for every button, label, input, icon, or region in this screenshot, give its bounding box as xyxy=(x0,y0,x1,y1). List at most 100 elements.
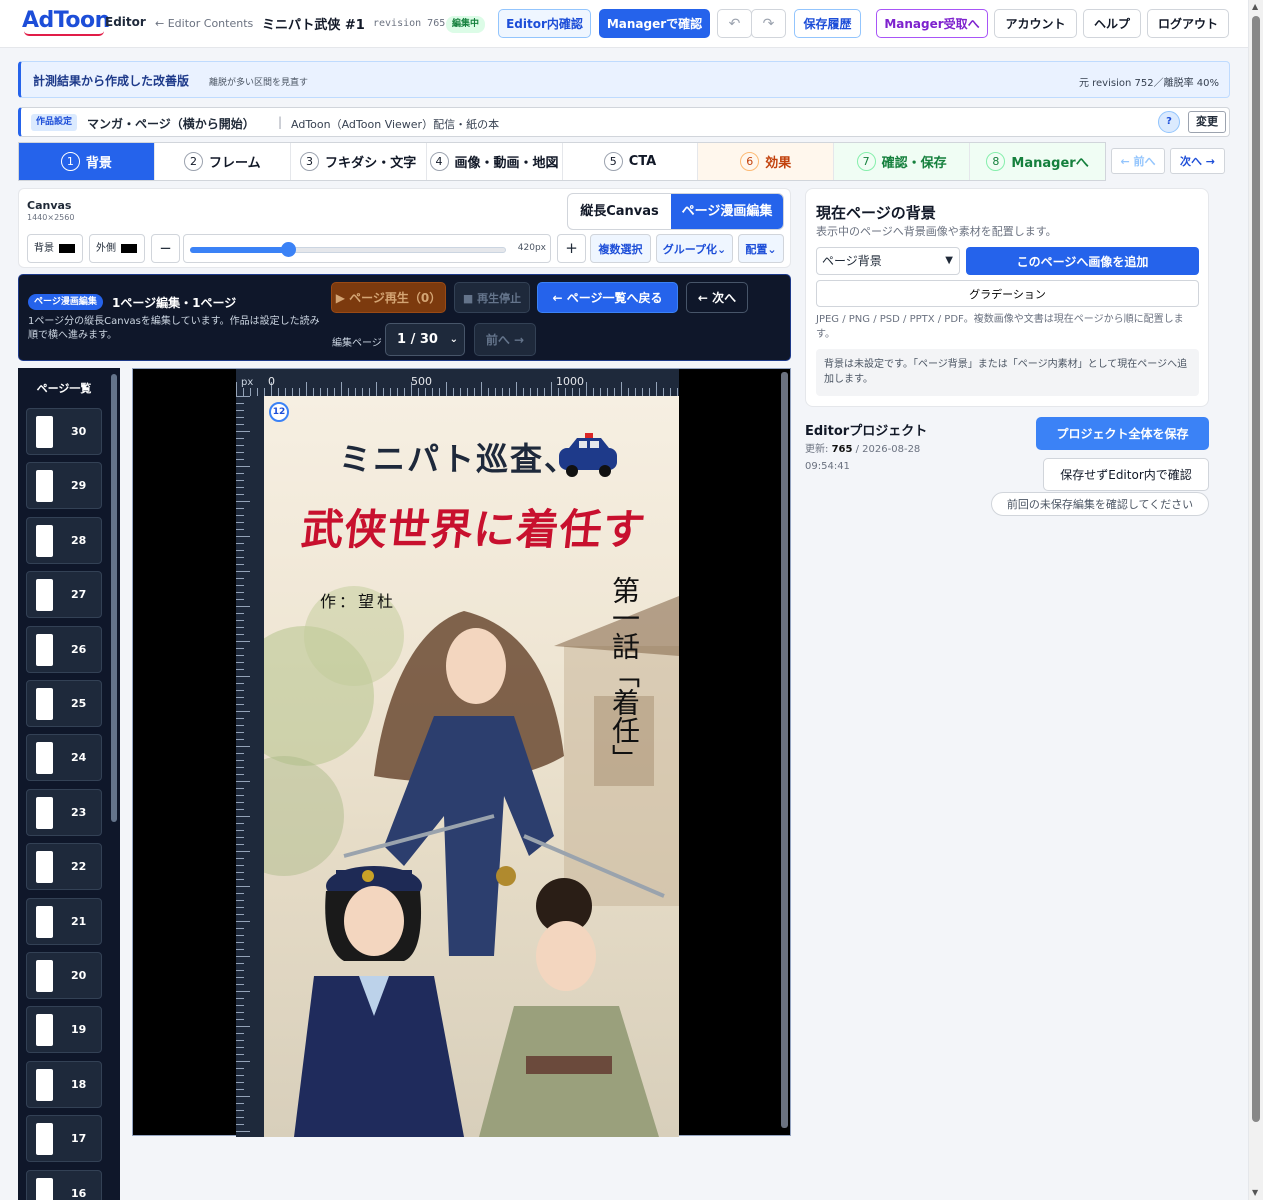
ruler-tick xyxy=(341,382,342,396)
help-button[interactable]: ヘルプ xyxy=(1083,9,1141,38)
page-select[interactable]: 1 / 30 ⌄ xyxy=(385,323,465,356)
account-button[interactable]: アカウント xyxy=(994,9,1077,38)
logout-button[interactable]: ログアウト xyxy=(1147,9,1229,38)
settings-help-button[interactable]: ? xyxy=(1158,111,1180,133)
page-list-item[interactable]: 20 xyxy=(26,952,102,999)
ruler-tick xyxy=(488,388,489,396)
stage-scrollbar[interactable] xyxy=(781,372,788,1128)
page-list-scrollbar[interactable] xyxy=(111,374,117,822)
tab-effects[interactable]: 6 効果 xyxy=(698,143,835,180)
background-unset-note: 背景は未設定です。「ページ背景」または「ページ内素材」として現在ページへ追加しま… xyxy=(816,349,1199,396)
page-list-item[interactable]: 23 xyxy=(26,788,102,836)
page-list-item[interactable]: 27 xyxy=(26,571,102,619)
undo-button[interactable]: ↶ xyxy=(717,9,752,38)
adtoon-logo[interactable]: AdToon xyxy=(22,8,110,36)
page-list-item[interactable]: 22 xyxy=(26,843,102,891)
ruler-tick xyxy=(236,690,244,691)
save-project-button[interactable]: プロジェクト全体を保存 xyxy=(1036,417,1209,450)
tab-media[interactable]: 4 画像・動画・地図 xyxy=(427,143,563,180)
ruler-tick xyxy=(425,388,426,396)
tab-background[interactable]: 1 背景 xyxy=(19,143,155,180)
zoom-in-button[interactable]: + xyxy=(557,234,586,263)
ruler-tick xyxy=(236,592,244,593)
arrange-button[interactable]: 配置⌄ xyxy=(738,234,784,263)
page-number: 22 xyxy=(71,860,87,874)
manager-inbox-button[interactable]: Manager受取へ xyxy=(876,9,988,38)
check-unsaved-edits-button[interactable]: 前回の未保存編集を確認してください xyxy=(991,492,1209,516)
page-list-item[interactable]: 17 xyxy=(26,1115,102,1163)
scroll-down-icon[interactable]: ▼ xyxy=(1252,1188,1258,1197)
redo-button[interactable]: ↷ xyxy=(751,9,786,38)
updated-time: 09:54:41 xyxy=(805,461,850,472)
page-list-item[interactable]: 24 xyxy=(26,734,102,782)
prev-page-button[interactable]: 前へ → xyxy=(474,323,536,356)
step-next-button[interactable]: 次へ → xyxy=(1170,148,1225,174)
save-history-button[interactable]: 保存履歴 xyxy=(794,9,861,38)
tab-balloon-text[interactable]: 3 フキダシ・文字 xyxy=(291,143,427,180)
page-number: 25 xyxy=(71,697,87,710)
bg-color-chip[interactable]: 背景 xyxy=(27,234,83,263)
ruler-tick xyxy=(551,382,552,396)
page-list-item[interactable]: 21 xyxy=(26,897,102,945)
page-list-item[interactable]: 18 xyxy=(26,1060,102,1108)
page-list-item[interactable]: 16 xyxy=(26,1169,102,1200)
page-edit-title: 1ページ編集・1ページ xyxy=(112,296,237,310)
step-label: フレーム xyxy=(209,156,261,171)
zoom-out-button[interactable]: − xyxy=(151,234,180,263)
page-artwork[interactable]: ミニパト巡査、 武侠世界に着任す 作：望杜 第一話「着任」 xyxy=(264,396,679,1137)
settings-change-button[interactable]: 変更 xyxy=(1188,111,1226,133)
manager-check-button[interactable]: Managerで確認 xyxy=(599,9,710,38)
tab-cta[interactable]: 5 CTA xyxy=(563,143,699,180)
ruler-tick xyxy=(236,1124,244,1125)
gradient-button[interactable]: グラデーション xyxy=(816,280,1199,307)
ruler-tick xyxy=(236,627,244,628)
canvas-stage[interactable]: px 0 500 1000 ミニパト巡査、 武侠世界に着任す 作：望杜 第一話「… xyxy=(132,368,791,1137)
banner-subtitle: 離脱が多い区間を見直す xyxy=(209,78,309,88)
page-scrollbar-thumb[interactable] xyxy=(1252,16,1260,1122)
editor-preview-button[interactable]: Editor内確認 xyxy=(498,9,591,38)
page-number: 20 xyxy=(71,969,87,982)
project-updated: 更新: 765 / 2026-08-28 09:54:41 xyxy=(805,441,955,475)
page-list: ページ一覧 30 29 28 27 26 25 24 23 22 21 20 19 18 17 16 xyxy=(18,368,120,1200)
background-type-select[interactable]: ページ背景 ▼ xyxy=(816,247,960,275)
tab-frame[interactable]: 2 フレーム xyxy=(155,143,291,180)
step-prev-button[interactable]: ← 前へ xyxy=(1111,148,1165,174)
ruler-tick xyxy=(236,1054,244,1055)
outside-color-chip[interactable]: 外側 xyxy=(89,234,145,263)
page-list-item[interactable]: 26 xyxy=(26,625,102,673)
check-without-save-button[interactable]: 保存せずEditor内で確認 xyxy=(1043,458,1209,491)
back-to-contents-link[interactable]: ← Editor Contents xyxy=(155,17,253,30)
mode-vertical-canvas[interactable]: 縦長Canvas xyxy=(568,194,671,229)
ruler-tick xyxy=(236,585,244,586)
page-list-item[interactable]: 30 xyxy=(26,408,102,455)
ruler-tick xyxy=(383,388,384,396)
zoom-knob[interactable] xyxy=(280,242,296,257)
next-page-button[interactable]: ← 次へ xyxy=(686,282,748,313)
tab-review-save[interactable]: 7 確認・保存 xyxy=(834,143,971,180)
scroll-up-icon[interactable]: ▲ xyxy=(1252,2,1258,11)
back-to-page-list-button[interactable]: ← ページ一覧へ戻る xyxy=(537,282,678,313)
page-list-item[interactable]: 28 xyxy=(26,516,102,564)
stop-play-button[interactable]: ■ 再生停止 xyxy=(454,282,530,313)
ruler-tick xyxy=(236,431,250,432)
ruler-tick xyxy=(236,907,244,908)
page-scrollbar[interactable]: ▲ ▼ xyxy=(1248,0,1263,1200)
zoom-slider[interactable]: 420px xyxy=(183,234,551,263)
add-page-image-button[interactable]: このページへ画像を追加 xyxy=(966,247,1199,275)
page-list-item[interactable]: 29 xyxy=(26,462,102,510)
page-list-item[interactable]: 19 xyxy=(26,1006,102,1054)
mode-page-manga[interactable]: ページ漫画編集 xyxy=(671,194,783,229)
page-mode-pill: ページ漫画編集 xyxy=(28,294,103,310)
step-label: CTA xyxy=(628,154,657,169)
ruler-tick xyxy=(572,388,573,396)
group-button[interactable]: グループ化⌄ xyxy=(656,234,733,263)
tab-to-manager[interactable]: 8 Managerへ xyxy=(970,143,1105,180)
status-badge: 編集中 xyxy=(446,16,486,33)
ruler-tick xyxy=(628,388,629,396)
page-play-button[interactable]: ▶ ページ再生（0） xyxy=(331,282,446,313)
ruler-top xyxy=(236,369,679,396)
page-number: 24 xyxy=(71,751,87,765)
ruler-tick xyxy=(236,788,244,789)
page-list-item[interactable]: 25 xyxy=(26,680,102,727)
multi-select-button[interactable]: 複数選択 xyxy=(590,234,651,263)
